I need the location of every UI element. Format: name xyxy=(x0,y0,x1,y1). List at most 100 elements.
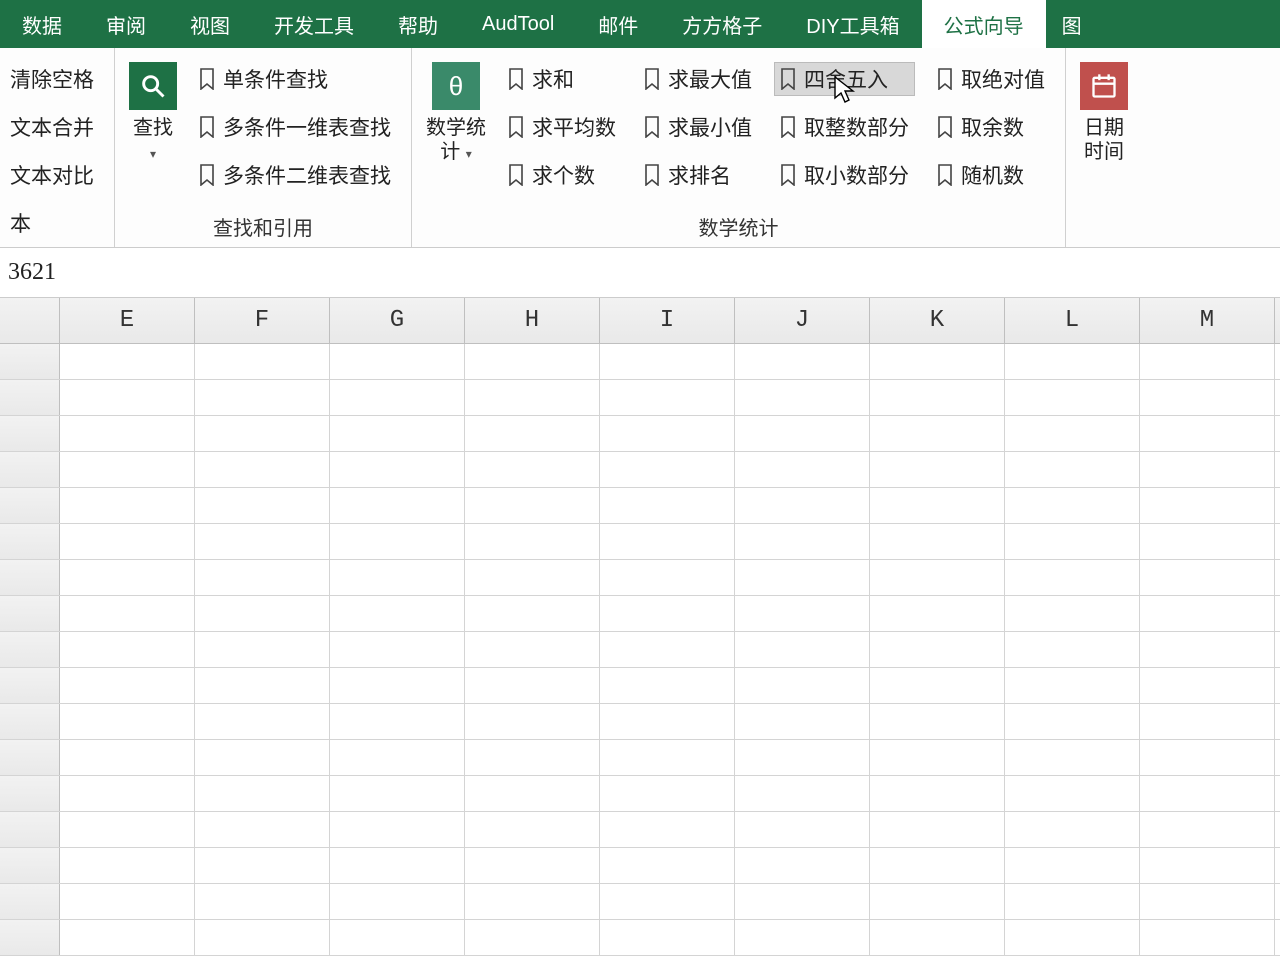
cell[interactable] xyxy=(195,452,330,487)
cmd-text-compare[interactable]: 文本对比 xyxy=(4,158,100,192)
col-header[interactable]: F xyxy=(195,298,330,343)
cell[interactable] xyxy=(60,596,195,631)
cell[interactable] xyxy=(465,560,600,595)
row-header[interactable] xyxy=(0,560,60,595)
cell[interactable] xyxy=(60,668,195,703)
cell[interactable] xyxy=(1140,596,1275,631)
tab-mail[interactable]: 邮件 xyxy=(576,0,660,48)
cell[interactable] xyxy=(1140,668,1275,703)
cell[interactable] xyxy=(870,524,1005,559)
cell[interactable] xyxy=(465,920,600,955)
cell[interactable] xyxy=(1140,524,1275,559)
cell[interactable] xyxy=(465,632,600,667)
row-header[interactable] xyxy=(0,380,60,415)
cell[interactable] xyxy=(870,920,1005,955)
cell[interactable] xyxy=(600,380,735,415)
cell[interactable] xyxy=(1005,776,1140,811)
cell[interactable] xyxy=(1140,416,1275,451)
cell-grid[interactable] xyxy=(0,344,1280,956)
cell[interactable] xyxy=(465,524,600,559)
tab-data[interactable]: 数据 xyxy=(0,0,84,48)
cmd-average[interactable]: 求平均数 xyxy=(502,110,622,144)
cell[interactable] xyxy=(600,776,735,811)
cell[interactable] xyxy=(1005,704,1140,739)
cmd-round[interactable]: 四舍五入 xyxy=(774,62,915,96)
cell[interactable] xyxy=(195,488,330,523)
cell[interactable] xyxy=(600,488,735,523)
row-header[interactable] xyxy=(0,452,60,487)
cell[interactable] xyxy=(600,884,735,919)
cell[interactable] xyxy=(330,596,465,631)
tab-dev-tools[interactable]: 开发工具 xyxy=(252,0,376,48)
row-header[interactable] xyxy=(0,704,60,739)
cell[interactable] xyxy=(330,668,465,703)
cmd-min[interactable]: 求最小值 xyxy=(638,110,758,144)
cell[interactable] xyxy=(735,668,870,703)
tab-audtool[interactable]: AudTool xyxy=(460,0,576,48)
cell[interactable] xyxy=(870,632,1005,667)
cell[interactable] xyxy=(1005,488,1140,523)
math-stats-dropdown-button[interactable]: θ 数学统 计 ▾ xyxy=(416,56,496,164)
cell[interactable] xyxy=(330,704,465,739)
cell[interactable] xyxy=(465,380,600,415)
cell[interactable] xyxy=(465,668,600,703)
cell[interactable] xyxy=(735,596,870,631)
cell[interactable] xyxy=(465,884,600,919)
cell[interactable] xyxy=(195,416,330,451)
col-header[interactable]: M xyxy=(1140,298,1275,343)
cell[interactable] xyxy=(1140,920,1275,955)
cell[interactable] xyxy=(870,380,1005,415)
cell[interactable] xyxy=(870,416,1005,451)
row-header[interactable] xyxy=(0,812,60,847)
col-header[interactable]: I xyxy=(600,298,735,343)
cell[interactable] xyxy=(600,812,735,847)
cmd-single-lookup[interactable]: 单条件查找 xyxy=(193,62,397,96)
tab-partial[interactable]: 图 xyxy=(1046,0,1090,48)
cell[interactable] xyxy=(1140,884,1275,919)
cell[interactable] xyxy=(870,488,1005,523)
cmd-abs[interactable]: 取绝对值 xyxy=(931,62,1051,96)
cell[interactable] xyxy=(1005,632,1140,667)
cell[interactable] xyxy=(870,776,1005,811)
col-header[interactable]: J xyxy=(735,298,870,343)
cell[interactable] xyxy=(870,668,1005,703)
row-header[interactable] xyxy=(0,884,60,919)
cell[interactable] xyxy=(465,596,600,631)
cell[interactable] xyxy=(465,452,600,487)
cell[interactable] xyxy=(870,344,1005,379)
cell[interactable] xyxy=(1005,812,1140,847)
cell[interactable] xyxy=(330,848,465,883)
cell[interactable] xyxy=(1005,344,1140,379)
cell[interactable] xyxy=(870,596,1005,631)
cell[interactable] xyxy=(195,344,330,379)
cmd-multi-1d-lookup[interactable]: 多条件一维表查找 xyxy=(193,110,397,144)
cell[interactable] xyxy=(870,812,1005,847)
cell[interactable] xyxy=(870,884,1005,919)
cell[interactable] xyxy=(465,848,600,883)
row-header[interactable] xyxy=(0,920,60,955)
cell[interactable] xyxy=(600,416,735,451)
cell[interactable] xyxy=(60,632,195,667)
cell[interactable] xyxy=(1140,812,1275,847)
cell[interactable] xyxy=(195,380,330,415)
row-header[interactable] xyxy=(0,488,60,523)
cell[interactable] xyxy=(60,812,195,847)
cell[interactable] xyxy=(600,668,735,703)
cmd-decimal-part[interactable]: 取小数部分 xyxy=(774,158,915,192)
cell[interactable] xyxy=(1005,560,1140,595)
cell[interactable] xyxy=(1005,524,1140,559)
datetime-button[interactable]: 日期 时间 xyxy=(1070,56,1138,164)
cell[interactable] xyxy=(330,884,465,919)
cmd-rank[interactable]: 求排名 xyxy=(638,158,758,192)
cell[interactable] xyxy=(1005,380,1140,415)
cmd-clear-spaces[interactable]: 清除空格 xyxy=(4,62,100,96)
cell[interactable] xyxy=(60,416,195,451)
cell[interactable] xyxy=(600,344,735,379)
cell[interactable] xyxy=(870,740,1005,775)
cell[interactable] xyxy=(1140,704,1275,739)
cell[interactable] xyxy=(870,848,1005,883)
cell[interactable] xyxy=(600,704,735,739)
cell[interactable] xyxy=(1140,848,1275,883)
cell[interactable] xyxy=(735,524,870,559)
cell[interactable] xyxy=(465,812,600,847)
